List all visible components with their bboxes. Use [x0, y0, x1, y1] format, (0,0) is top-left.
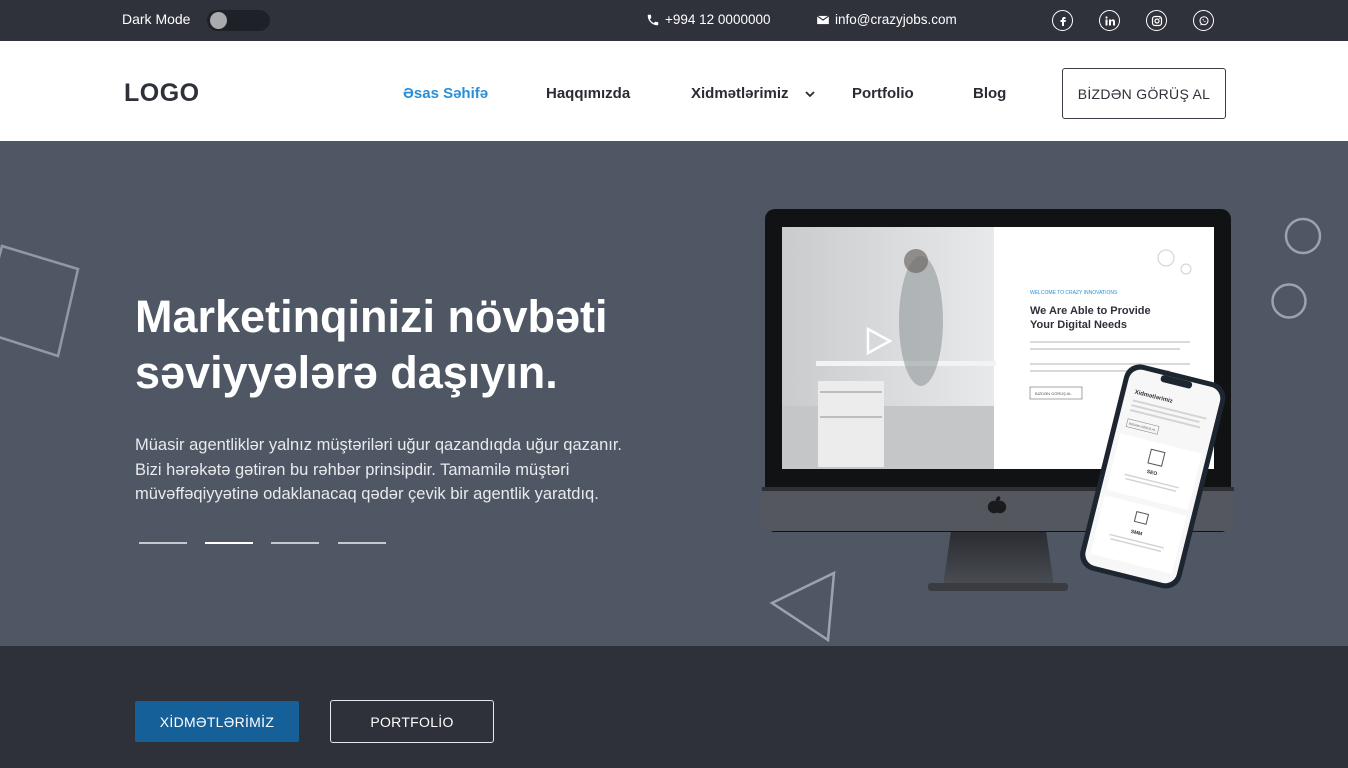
- phone-contact[interactable]: +994 12 0000000: [646, 12, 770, 27]
- phone-icon: [647, 14, 659, 25]
- toggle-knob: [210, 12, 227, 29]
- slider-dot[interactable]: [338, 542, 386, 544]
- circle-outline-decoration: [1271, 283, 1307, 319]
- linkedin-icon[interactable]: [1099, 10, 1120, 31]
- hero-title-line: səviyyələrə daşıyın.: [135, 347, 558, 398]
- whatsapp-icon[interactable]: [1193, 10, 1214, 31]
- instagram-icon[interactable]: [1146, 10, 1167, 31]
- mockup-button-label: BİZDƏN GÖRÜŞ AL: [1035, 391, 1072, 396]
- email-address: info@crazyjobs.com: [835, 12, 957, 27]
- mockup-heading-line: We Are Able to Provide: [1030, 305, 1151, 317]
- mockup-heading-line: Your Digital Needs: [1030, 319, 1127, 331]
- nav-item-home[interactable]: Əsas Səhifə: [403, 85, 488, 102]
- services-button[interactable]: XİDMƏTLƏRİMİZ: [135, 701, 299, 742]
- actions-section: XİDMƏTLƏRİMİZ PORTFOLİO: [0, 646, 1348, 768]
- hero-title: Marketinqinizi növbəti səviyyələrə daşıy…: [135, 289, 735, 401]
- square-outline-decoration: [0, 244, 80, 358]
- hero-text-line: Müasir agentliklər yalnız müştəriləri uğ…: [135, 436, 623, 454]
- nav-item-blog[interactable]: Blog: [973, 85, 1006, 102]
- main-header: LOGO Əsas Səhifə Haqqımızda Xidmətlərimi…: [0, 41, 1348, 141]
- hero-title-line: Marketinqinizi növbəti: [135, 291, 608, 342]
- slider-dot[interactable]: [271, 542, 319, 544]
- slider-dot-active[interactable]: [205, 542, 253, 544]
- portfolio-button[interactable]: PORTFOLİO: [330, 700, 494, 743]
- email-contact[interactable]: info@crazyjobs.com: [816, 12, 957, 27]
- nav-item-services[interactable]: Xidmətlərimiz: [691, 85, 789, 102]
- hero-section: Marketinqinizi növbəti səviyyələrə daşıy…: [0, 141, 1348, 646]
- nav-item-portfolio[interactable]: Portfolio: [852, 85, 914, 102]
- mockup-eyebrow: WELCOME TO CRAZY INNOVATIONS: [1030, 290, 1118, 296]
- nav-item-about[interactable]: Haqqımızda: [546, 85, 630, 102]
- phone-number: +994 12 0000000: [665, 12, 771, 27]
- slider-dot[interactable]: [139, 542, 187, 544]
- hero-text-line: müvəffəqiyyətinə odaklanacaq qədər çevik…: [135, 485, 599, 503]
- dark-mode-toggle[interactable]: [207, 10, 270, 31]
- hero-text-line: Bizi hərəkətə gətirən bu rəhbər prinsipd…: [135, 460, 570, 479]
- site-logo[interactable]: LOGO: [124, 79, 200, 108]
- email-icon: [816, 14, 830, 24]
- consultation-button[interactable]: BİZDƏN GÖRÜŞ AL: [1062, 68, 1226, 119]
- device-mockup-image: WELCOME TO CRAZY INNOVATIONS We Are Able…: [762, 209, 1234, 591]
- chevron-down-icon[interactable]: [804, 88, 816, 100]
- hero-description: Müasir agentliklər yalnız müştəriləri uğ…: [135, 433, 695, 507]
- top-bar: Dark Mode +994 12 0000000 info@crazyjobs…: [0, 0, 1348, 41]
- circle-outline-decoration: [1284, 217, 1322, 255]
- facebook-icon[interactable]: [1052, 10, 1073, 31]
- dark-mode-label: Dark Mode: [122, 11, 191, 27]
